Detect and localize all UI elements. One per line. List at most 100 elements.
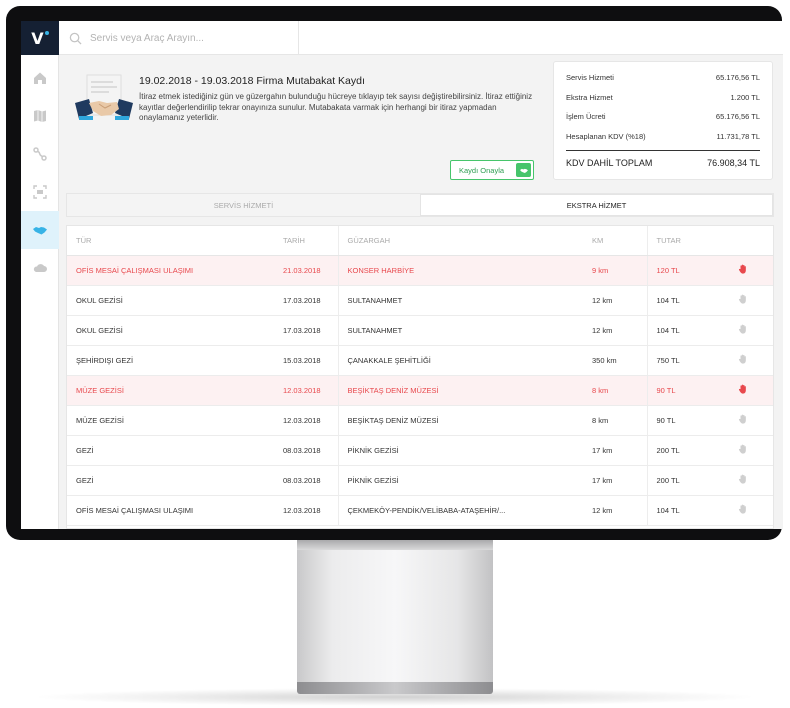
cell-date[interactable]: 08.03.2018 [274, 435, 338, 466]
monitor-stand-joint [297, 540, 493, 550]
column-header-date: TARİH [274, 226, 338, 256]
table-row[interactable]: GEZİ 08.03.2018 PİKNİK GEZİSİ 17 km 200 TL [67, 435, 773, 466]
cell-dispute-action[interactable] [711, 345, 773, 376]
summary-total-label: KDV DAHİL TOPLAM [566, 158, 653, 168]
cell-km[interactable]: 12 km [583, 315, 647, 346]
extra-service-table: TÜR TARİH GÜZARGAH KM TUTAR OFİS MESAİ Ç… [66, 225, 774, 529]
cell-date[interactable]: 17.03.2018 [274, 315, 338, 346]
cell-route[interactable]: BEŞİKTAŞ DENİZ MÜZESİ [337, 405, 583, 436]
cell-route[interactable]: SULTANAHMET [337, 285, 583, 316]
cell-dispute-action[interactable] [711, 285, 773, 316]
cell-km[interactable]: 350 km [583, 345, 647, 376]
search-icon [69, 32, 82, 45]
table-row[interactable]: OFİS MESAİ ÇALIŞMASI ULAŞIMI 21.03.2018 KO… [67, 255, 773, 286]
sidebar: V [21, 21, 59, 529]
hand-stop-icon [738, 354, 746, 364]
cell-type[interactable]: OFİS MESAİ ÇALIŞMASI ULAŞIMI [67, 255, 274, 286]
cell-date[interactable]: 12.03.2018 [274, 375, 338, 406]
cell-date[interactable]: 15.03.2018 [274, 345, 338, 376]
top-bar [59, 21, 783, 55]
cell-km[interactable]: 12 km [583, 495, 647, 526]
cell-date[interactable]: 17.03.2018 [274, 285, 338, 316]
sidebar-item-handshake[interactable] [21, 211, 59, 249]
cell-route[interactable]: KONSER HARBİYE [337, 255, 583, 286]
sidebar-item-route[interactable] [21, 135, 59, 173]
app-screen: V Servis veya Araç Arayın... 19.02.2018 … [21, 21, 783, 529]
cell-dispute-action[interactable] [711, 405, 773, 436]
table-body: OFİS MESAİ ÇALIŞMASI ULAŞIMI 21.03.2018 KO… [67, 255, 773, 526]
cell-amount[interactable]: 200 TL [646, 435, 711, 466]
sidebar-item-home[interactable] [21, 59, 59, 97]
confirm-record-button[interactable]: Kaydı Onayla [450, 160, 534, 180]
cell-date[interactable]: 21.03.2018 [274, 255, 338, 286]
cell-route[interactable]: PİKNİK GEZİSİ [337, 435, 583, 466]
cell-type[interactable]: ŞEHİRDIŞI GEZİ [67, 345, 274, 376]
table-row[interactable]: MÜZE GEZİSİ 12.03.2018 BEŞİKTAŞ DENİZ MÜZE… [67, 405, 773, 436]
cell-dispute-action[interactable] [711, 315, 773, 346]
summary-value: 11.731,78 TL [716, 131, 760, 141]
cell-route[interactable]: ÇEKMEKÖY-PENDİK/VELİBABA-ATAŞEHİR/... [337, 495, 583, 526]
cell-dispute-action[interactable] [711, 375, 773, 406]
table-row[interactable]: ŞEHİRDIŞI GEZİ 15.03.2018 ÇANAKKALE ŞEHİTL… [67, 345, 773, 376]
tab-extra-service[interactable]: EKSTRA HİZMET [420, 194, 773, 216]
hand-stop-icon [738, 444, 746, 454]
hand-stop-icon [738, 264, 746, 274]
cell-date[interactable]: 12.03.2018 [274, 405, 338, 436]
cell-type[interactable]: GEZİ [67, 435, 274, 466]
sidebar-item-scan[interactable] [21, 173, 59, 211]
summary-row: İşlem Ücreti 65.176,56 TL [566, 107, 760, 127]
cell-amount[interactable]: 750 TL [646, 345, 711, 376]
cell-km[interactable]: 17 km [583, 435, 647, 466]
table-row[interactable]: GEZİ 08.03.2018 PİKNİK GEZİSİ 17 km 200 TL [67, 465, 773, 496]
search-input[interactable] [90, 32, 290, 44]
app-logo[interactable]: V [21, 21, 59, 55]
cell-type[interactable]: GEZİ [67, 465, 274, 496]
hand-stop-icon [738, 474, 746, 484]
table-row[interactable]: OKUL GEZİSİ 17.03.2018 SULTANAHMET 12 km 104… [67, 315, 773, 346]
cell-type[interactable]: OKUL GEZİSİ [67, 285, 274, 316]
reconciliation-description: İtiraz etmek istediğiniz gün ve güzergah… [139, 92, 533, 122]
cell-amount[interactable]: 90 TL [646, 405, 711, 436]
cell-type[interactable]: OKUL GEZİSİ [67, 315, 274, 346]
cell-km[interactable]: 8 km [583, 375, 647, 406]
cell-amount[interactable]: 104 TL [646, 495, 711, 526]
cell-km[interactable]: 12 km [583, 285, 647, 316]
summary-label: Ekstra Hizmet [566, 92, 613, 102]
tab-service[interactable]: SERVİS HİZMETİ [67, 194, 420, 216]
summary-row: Servis Hizmeti 65.176,56 TL [566, 68, 760, 88]
cell-type[interactable]: MÜZE GEZİSİ [67, 375, 274, 406]
summary-row: Hesaplanan KDV (%18) 11.731,78 TL [566, 127, 760, 147]
monitor-stand-neck [297, 540, 493, 682]
cell-amount[interactable]: 120 TL [646, 255, 711, 286]
cell-amount[interactable]: 104 TL [646, 285, 711, 316]
cell-amount[interactable]: 200 TL [646, 465, 711, 496]
summary-value: 65.176,56 TL [715, 73, 760, 83]
table-row[interactable]: MÜZE GEZİSİ 12.03.2018 BEŞİKTAŞ DENİZ MÜZE… [67, 375, 773, 406]
table-row[interactable]: OKUL GEZİSİ 17.03.2018 SULTANAHMET 12 km 104… [67, 285, 773, 316]
cell-route[interactable]: BEŞİKTAŞ DENİZ MÜZESİ [337, 375, 583, 406]
summary-label: Hesaplanan KDV (%18) [566, 131, 646, 141]
cell-dispute-action[interactable] [711, 495, 773, 526]
cell-type[interactable]: OFİS MESAİ ÇALIŞMASI ULAŞIMI [67, 495, 274, 526]
cell-dispute-action[interactable] [711, 435, 773, 466]
cell-route[interactable]: PİKNİK GEZİSİ [337, 465, 583, 496]
summary-card: Servis Hizmeti 65.176,56 TL Ekstra Hizme… [553, 61, 773, 180]
table-row[interactable]: OFİS MESAİ ÇALIŞMASI ULAŞIMI 12.03.2018 ÇE… [67, 495, 773, 526]
cell-dispute-action[interactable] [711, 255, 773, 286]
hand-stop-icon [738, 384, 746, 394]
cell-amount[interactable]: 90 TL [646, 375, 711, 406]
cell-date[interactable]: 08.03.2018 [274, 465, 338, 496]
cell-amount[interactable]: 104 TL [646, 315, 711, 346]
cell-km[interactable]: 9 km [583, 255, 647, 286]
cell-route[interactable]: SULTANAHMET [337, 315, 583, 346]
summary-label: İşlem Ücreti [566, 112, 606, 122]
cell-km[interactable]: 8 km [583, 405, 647, 436]
sidebar-item-map[interactable] [21, 97, 59, 135]
cell-type[interactable]: MÜZE GEZİSİ [67, 405, 274, 436]
sidebar-item-cloud[interactable] [21, 249, 59, 287]
search-box [59, 21, 299, 55]
cell-date[interactable]: 12.03.2018 [274, 495, 338, 526]
cell-km[interactable]: 17 km [583, 465, 647, 496]
cell-dispute-action[interactable] [711, 465, 773, 496]
cell-route[interactable]: ÇANAKKALE ŞEHİTLİĞİ [337, 345, 583, 376]
